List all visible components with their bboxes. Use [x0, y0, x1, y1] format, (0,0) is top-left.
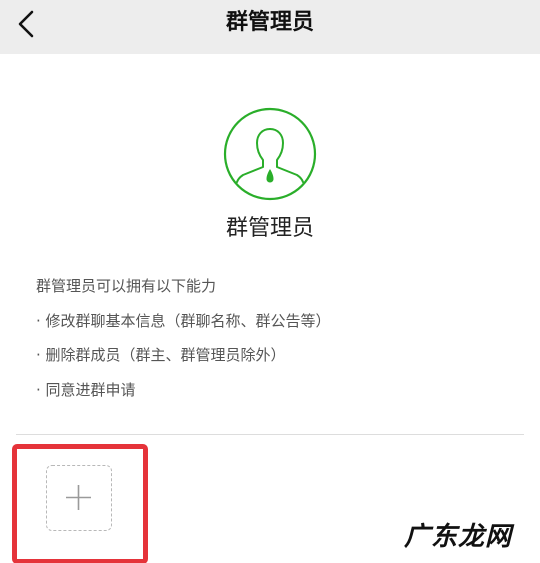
admin-person-icon [223, 107, 317, 201]
permission-item: · 修改群聊基本信息（群聊名称、群公告等） [36, 311, 331, 330]
divider [16, 434, 524, 435]
watermark: 广东龙网 [404, 522, 513, 552]
plus-icon [66, 485, 91, 510]
permissions-description: 群管理员可以拥有以下能力 · 修改群聊基本信息（群聊名称、群公告等） · 删除群… [36, 276, 506, 414]
navigation-bar: 群管理员 [0, 0, 540, 54]
role-title: 群管理员 [225, 216, 314, 241]
add-admin-button[interactable] [46, 465, 112, 531]
group-admin-page: 群管理员 群管理员 群管理员可以拥有以下能力 · 修改群聊基本信息（群聊名称、群… [0, 0, 540, 563]
permissions-intro: 群管理员可以拥有以下能力 [36, 277, 217, 295]
page-title: 群管理员 [225, 10, 314, 35]
permission-item: · 同意进群申请 [36, 380, 136, 399]
admin-avatar [223, 107, 317, 201]
permission-item: · 删除群成员（群主、群管理员除外） [36, 346, 286, 364]
